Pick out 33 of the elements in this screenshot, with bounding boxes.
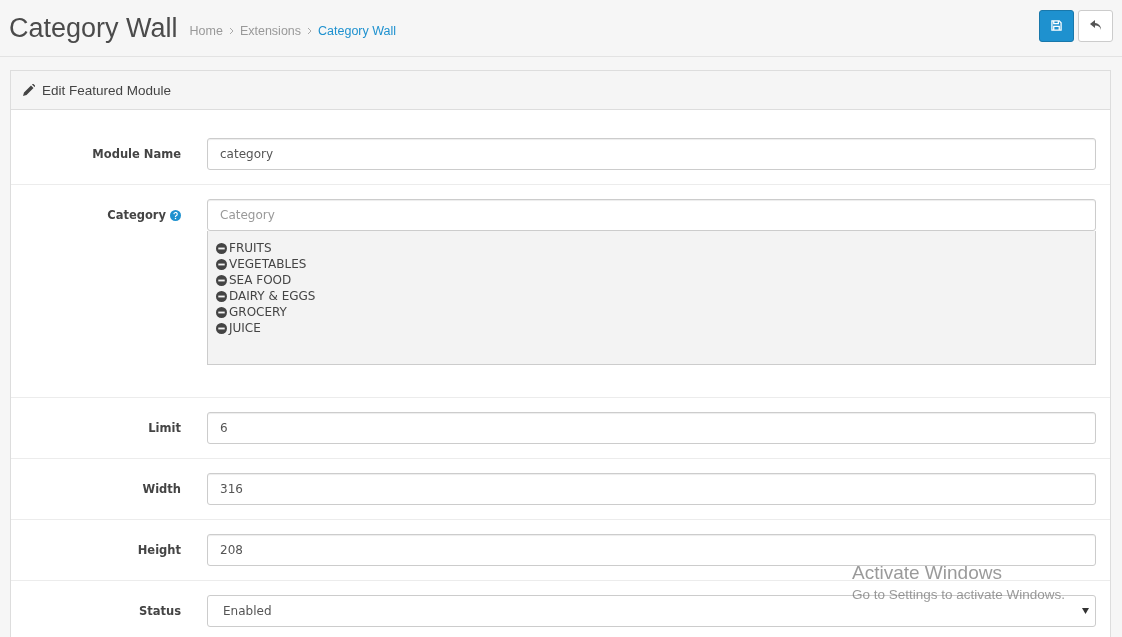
remove-icon[interactable] <box>216 258 227 270</box>
category-item: DAIRY & EGGS <box>229 289 316 303</box>
chevron-icon <box>307 27 313 35</box>
field-label: Width <box>142 481 181 498</box>
field-label: Height <box>137 542 181 559</box>
remove-icon[interactable] <box>216 274 227 286</box>
caret-icon <box>1082 608 1089 614</box>
page-title: Category Wall <box>9 12 178 44</box>
panel-title: Edit Featured Module <box>42 82 172 98</box>
remove-icon[interactable] <box>216 322 227 334</box>
remove-icon[interactable] <box>216 290 227 302</box>
text-input[interactable]: category <box>207 138 1096 170</box>
category-item: VEGETABLES <box>229 257 307 271</box>
text-input[interactable]: 6 <box>207 412 1096 444</box>
pencil-icon <box>23 84 35 96</box>
save-button[interactable] <box>1039 9 1074 42</box>
field-label: Category <box>107 207 166 224</box>
chevron-icon <box>228 27 234 35</box>
text-input[interactable]: 208 <box>207 534 1096 566</box>
text-input[interactable]: 316 <box>207 473 1096 505</box>
help-icon[interactable] <box>170 209 181 221</box>
reply-arrow-icon <box>1089 20 1102 31</box>
field-label: Limit <box>148 420 181 437</box>
category-item: JUICE <box>229 321 261 335</box>
category-search-field[interactable]: Category <box>207 199 1096 231</box>
category-item: GROCERY <box>229 305 287 319</box>
category-item: SEA FOOD <box>229 273 292 287</box>
remove-icon[interactable] <box>216 242 227 254</box>
remove-icon[interactable] <box>216 306 227 318</box>
field-label: Module Name <box>92 146 181 163</box>
field-label: Status <box>138 603 181 620</box>
category-item: FRUITS <box>229 241 272 255</box>
back-button[interactable] <box>1078 9 1113 42</box>
